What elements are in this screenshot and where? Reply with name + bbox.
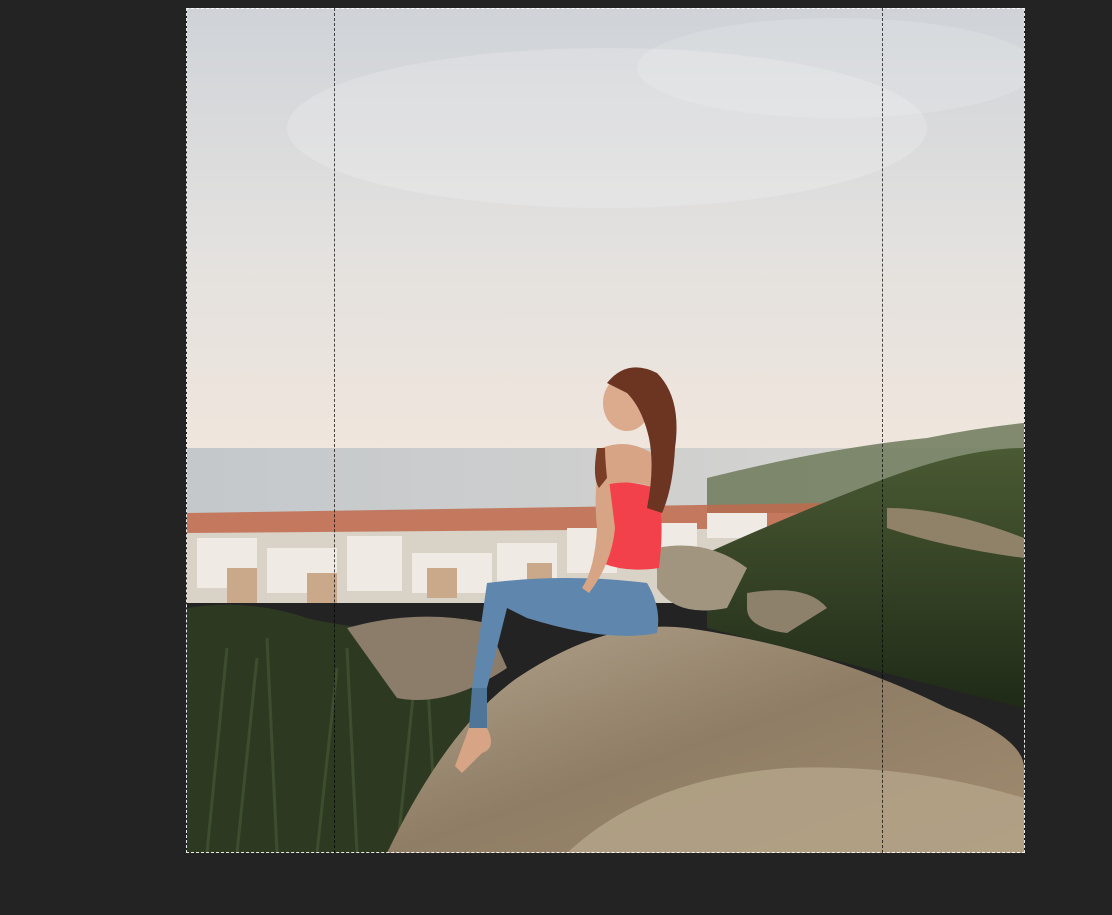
vertical-guide-right[interactable] [882,8,883,853]
vertical-guide-left[interactable] [334,8,335,853]
selection-marquee[interactable] [186,8,1025,853]
canvas-area[interactable] [0,0,1112,915]
